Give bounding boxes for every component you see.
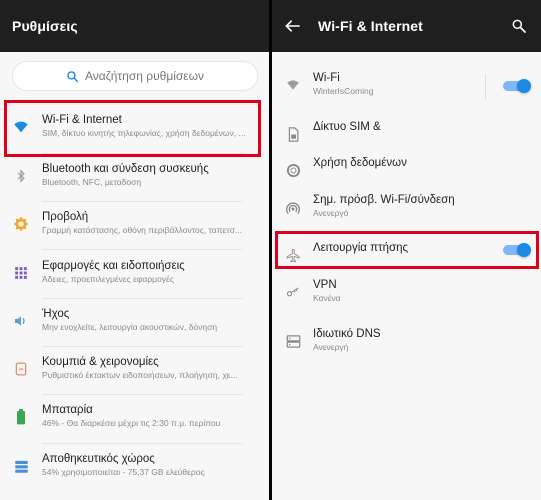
settings-item-bluetooth[interactable]: Bluetooth και σύνδεση συσκευής Bluetooth… bbox=[0, 157, 269, 203]
back-arrow-icon[interactable] bbox=[280, 19, 306, 33]
toggle-knob bbox=[517, 243, 531, 257]
item-title: Εφαρμογές και ειδοποιήσεις bbox=[42, 260, 185, 272]
divider bbox=[42, 201, 243, 202]
divider bbox=[42, 249, 243, 250]
item-subtitle: Άδειες, προεπιλεγμένες εφαρμογές bbox=[42, 274, 174, 284]
settings-item-apps-notifications[interactable]: Εφαρμογές και ειδοποιήσεις Άδειες, προεπ… bbox=[0, 254, 269, 300]
sim-icon bbox=[284, 125, 302, 143]
airplane-mode-toggle[interactable] bbox=[503, 243, 531, 257]
settings-panel: Ρυθμίσεις Αναζήτηση ρυθμίσεων Wi-Fi & In… bbox=[0, 0, 269, 500]
hotspot-tethering-item[interactable]: Σημ. πρόσβ. Wi-Fi/σύνδεση Ανενεργό bbox=[272, 188, 541, 234]
wifi-internet-panel: Wi-Fi & Internet Wi-Fi WinterIsComing Δί… bbox=[272, 0, 541, 500]
page-title: Ρυθμίσεις bbox=[12, 18, 78, 34]
apps-icon bbox=[12, 264, 30, 282]
wifi-toggle[interactable] bbox=[503, 79, 531, 93]
item-subtitle: Κανένα bbox=[313, 293, 341, 303]
data-usage-icon bbox=[284, 161, 302, 179]
item-subtitle: Ανενεργό bbox=[313, 208, 349, 218]
settings-item-wifi-internet[interactable]: Wi-Fi & Internet SIM, δίκτυο κινητής τηλ… bbox=[0, 108, 269, 154]
item-subtitle: Bluetooth, NFC, μεταδοση bbox=[42, 177, 142, 187]
item-title: Χρήση δεδομένων bbox=[313, 157, 407, 169]
item-title: Αποθηκευτικός χώρος bbox=[42, 453, 155, 465]
item-title: VPN bbox=[313, 279, 337, 291]
page-title: Wi-Fi & Internet bbox=[318, 18, 423, 34]
search-settings-input[interactable]: Αναζήτηση ρυθμίσεων bbox=[12, 61, 258, 91]
toggle-knob bbox=[517, 79, 531, 93]
item-title: Wi-Fi & Internet bbox=[42, 114, 122, 126]
vpn-key-icon bbox=[284, 283, 302, 301]
airplane-icon bbox=[284, 246, 302, 264]
wifi-icon bbox=[284, 76, 302, 94]
wifi-internet-topbar: Wi-Fi & Internet bbox=[272, 0, 541, 52]
settings-item-sound[interactable]: Ήχος Μην ενοχλείτε, λειτουργία ακουστικώ… bbox=[0, 302, 269, 348]
brightness-icon bbox=[12, 215, 30, 233]
vpn-item[interactable]: VPN Κανένα bbox=[272, 273, 541, 319]
battery-icon bbox=[12, 408, 30, 426]
divider bbox=[42, 298, 243, 299]
item-subtitle: Μην ενοχλείτε, λειτουργία ακουστικών, δό… bbox=[42, 322, 218, 332]
item-title: Λειτουργία πτήσης bbox=[313, 242, 409, 254]
item-title: Κουμπιά & χειρονομίες bbox=[42, 356, 159, 368]
divider bbox=[42, 346, 243, 347]
item-subtitle: WinterIsComing bbox=[313, 86, 374, 96]
settings-item-battery[interactable]: Μπαταρία 46% - Θα διαρκέσει μέχρι τις 2:… bbox=[0, 398, 269, 444]
item-subtitle: Γραμμή κατάστασης, οθόνη περιβάλλοντος, … bbox=[42, 225, 242, 235]
wifi-item[interactable]: Wi-Fi WinterIsComing bbox=[272, 66, 541, 112]
dns-icon bbox=[284, 332, 302, 350]
divider bbox=[42, 443, 243, 444]
item-title: Προβολή bbox=[42, 211, 89, 223]
item-title: Δίκτυο SIM & bbox=[313, 121, 381, 133]
item-title: Μπαταρία bbox=[42, 404, 93, 416]
hotspot-icon bbox=[284, 200, 302, 218]
settings-item-storage[interactable]: Αποθηκευτικός χώρος 54% χρησιμοποιείται … bbox=[0, 447, 269, 493]
item-title: Ιδιωτικό DNS bbox=[313, 328, 381, 340]
divider bbox=[42, 394, 243, 395]
item-subtitle: Ανενεργή bbox=[313, 342, 349, 352]
search-placeholder: Αναζήτηση ρυθμίσεων bbox=[84, 69, 205, 83]
item-title: Σημ. πρόσβ. Wi-Fi/σύνδεση bbox=[313, 194, 455, 206]
item-subtitle: 46% - Θα διαρκέσει μέχρι τις 2:30 π.μ. π… bbox=[42, 418, 221, 428]
gesture-icon bbox=[12, 360, 30, 378]
item-subtitle: SIM, δίκτυο κινητής τηλεφωνίας, χρήση δε… bbox=[42, 128, 246, 138]
vertical-separator bbox=[485, 74, 486, 100]
settings-topbar: Ρυθμίσεις bbox=[0, 0, 269, 52]
volume-icon bbox=[12, 312, 30, 330]
private-dns-item[interactable]: Ιδιωτικό DNS Ανενεργή bbox=[272, 322, 541, 368]
divider bbox=[42, 153, 243, 154]
item-subtitle: Ρυθμιστικό έκτακτων ειδοποιήσεων, πλοήγη… bbox=[42, 370, 238, 380]
settings-item-display[interactable]: Προβολή Γραμμή κατάστασης, οθόνη περιβάλ… bbox=[0, 205, 269, 251]
bluetooth-icon bbox=[12, 167, 30, 185]
settings-item-buttons-gestures[interactable]: Κουμπιά & χειρονομίες Ρυθμιστικό έκτακτω… bbox=[0, 350, 269, 396]
item-subtitle: 54% χρησιμοποιείται - 75,37 GB ελεύθερος bbox=[42, 467, 205, 477]
wifi-icon bbox=[12, 118, 30, 136]
item-title: Wi-Fi bbox=[313, 72, 340, 84]
item-title: Bluetooth και σύνδεση συσκευής bbox=[42, 163, 209, 175]
search-icon[interactable] bbox=[507, 18, 531, 34]
search-icon bbox=[67, 70, 79, 82]
item-title: Ήχος bbox=[42, 308, 70, 320]
storage-icon bbox=[12, 457, 30, 475]
